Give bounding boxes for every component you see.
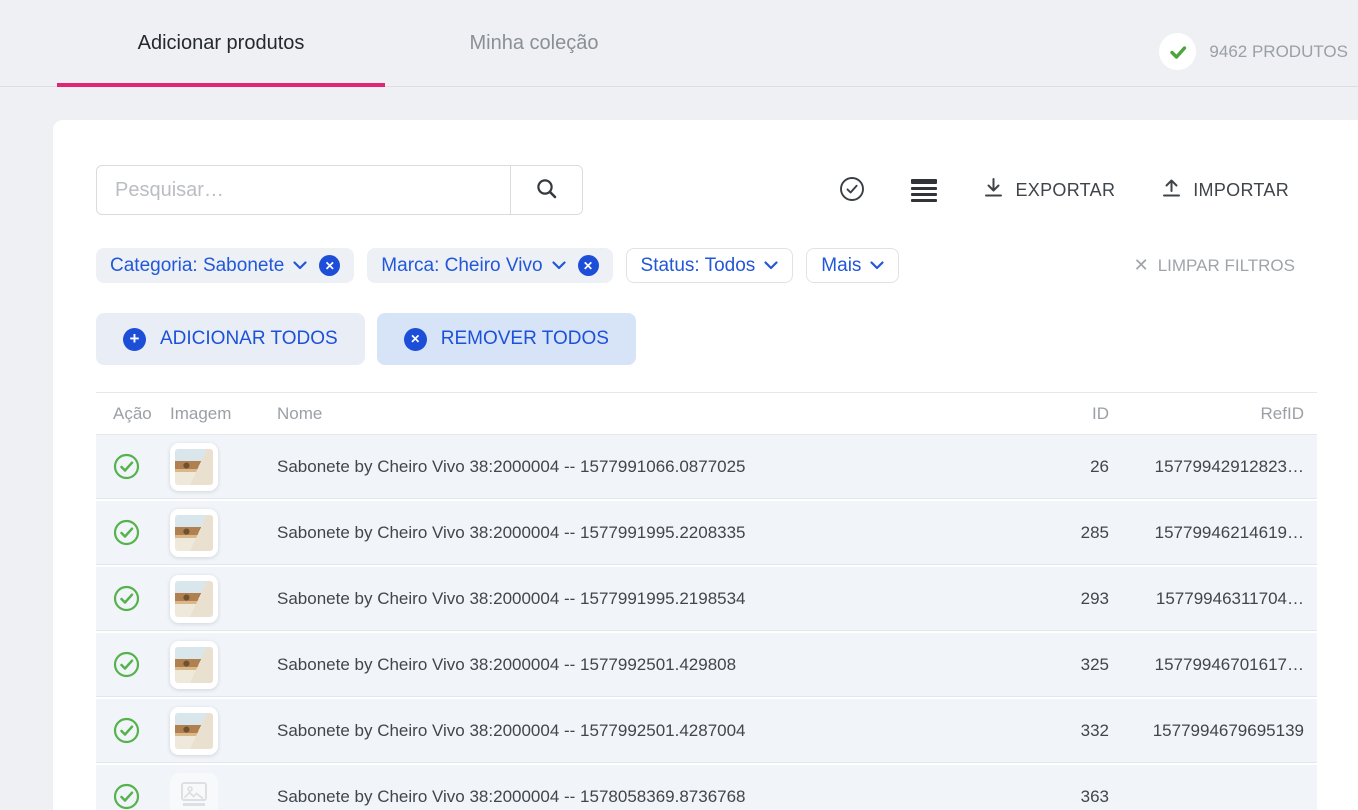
chevron-down-icon — [764, 261, 778, 270]
product-refid: 15779942912823… — [1117, 457, 1317, 477]
rows-icon — [911, 179, 937, 202]
check-circle-icon — [1159, 33, 1196, 70]
filter-chip-more-label: Mais — [821, 255, 861, 277]
add-all-button[interactable]: + ADICIONAR TODOS — [96, 313, 365, 365]
product-name: Sabonete by Cheiro Vivo 38:2000004 -- 15… — [260, 787, 987, 807]
product-id: 363 — [987, 787, 1117, 807]
product-thumbnail-placeholder — [170, 773, 218, 810]
product-thumbnail — [170, 509, 218, 557]
row-check-icon[interactable] — [113, 651, 140, 678]
chevron-down-icon — [552, 261, 566, 270]
list-view-button[interactable] — [911, 179, 937, 202]
upload-icon — [1161, 177, 1182, 203]
row-check-icon[interactable] — [113, 453, 140, 480]
column-refid: RefID — [1117, 404, 1317, 424]
select-check-button[interactable] — [839, 176, 865, 205]
row-check-icon[interactable] — [113, 519, 140, 546]
product-id: 293 — [987, 589, 1117, 609]
product-id: 26 — [987, 457, 1117, 477]
bulk-actions: + ADICIONAR TODOS ✕ REMOVER TODOS — [96, 313, 1358, 365]
filter-chip-status[interactable]: Status: Todos — [626, 248, 794, 283]
table-row: Sabonete by Cheiro Vivo 38:2000004 -- 15… — [96, 435, 1317, 498]
remove-brand-filter-icon[interactable]: ✕ — [578, 255, 599, 276]
top-tab-bar: Adicionar produtos Minha coleção 9462 PR… — [0, 0, 1358, 87]
filter-chip-brand[interactable]: Marca: Cheiro Vivo ✕ — [367, 248, 612, 283]
table-row: Sabonete by Cheiro Vivo 38:2000004 -- 15… — [96, 765, 1317, 810]
export-button[interactable]: EXPORTAR — [983, 177, 1115, 203]
product-thumbnail — [170, 641, 218, 689]
product-thumbnail — [170, 707, 218, 755]
clear-filters-button[interactable]: ✕ LIMPAR FILTROS — [1134, 255, 1295, 276]
row-check-icon[interactable] — [113, 717, 140, 744]
table-row: Sabonete by Cheiro Vivo 38:2000004 -- 15… — [96, 633, 1317, 696]
remove-all-button[interactable]: ✕ REMOVER TODOS — [377, 313, 636, 365]
import-label: IMPORTAR — [1193, 180, 1289, 201]
row-check-icon[interactable] — [113, 585, 140, 612]
product-refid: 1577994679695139 — [1117, 721, 1317, 741]
chevron-down-icon — [293, 261, 307, 270]
column-image: Imagem — [170, 404, 260, 424]
table-row: Sabonete by Cheiro Vivo 38:2000004 -- 15… — [96, 501, 1317, 564]
search-icon — [535, 177, 559, 204]
remove-category-filter-icon[interactable]: ✕ — [319, 255, 340, 276]
search-button[interactable] — [510, 166, 582, 214]
tab-my-collection-label: Minha coleção — [470, 32, 599, 55]
tab-add-products[interactable]: Adicionar produtos — [57, 0, 385, 86]
product-name: Sabonete by Cheiro Vivo 38:2000004 -- 15… — [260, 589, 987, 609]
product-name: Sabonete by Cheiro Vivo 38:2000004 -- 15… — [260, 721, 987, 741]
tab-add-products-label: Adicionar produtos — [138, 32, 305, 55]
product-name: Sabonete by Cheiro Vivo 38:2000004 -- 15… — [260, 457, 987, 477]
export-label: EXPORTAR — [1015, 180, 1115, 201]
filter-chip-category-label: Categoria: Sabonete — [110, 255, 284, 277]
close-icon: ✕ — [1134, 255, 1149, 276]
clear-filters-label: LIMPAR FILTROS — [1158, 256, 1295, 276]
row-check-icon[interactable] — [113, 783, 140, 810]
product-name: Sabonete by Cheiro Vivo 38:2000004 -- 15… — [260, 523, 987, 543]
add-all-label: ADICIONAR TODOS — [160, 328, 338, 350]
x-circle-icon: ✕ — [404, 328, 427, 351]
product-name: Sabonete by Cheiro Vivo 38:2000004 -- 15… — [260, 655, 987, 675]
product-refid: 15779946701617… — [1117, 655, 1317, 675]
remove-all-label: REMOVER TODOS — [441, 328, 609, 350]
column-action: Ação — [96, 404, 170, 424]
table-header: Ação Imagem Nome ID RefID — [96, 392, 1317, 435]
toolbar-actions: EXPORTAR IMPORTAR — [839, 176, 1289, 205]
plus-circle-icon: + — [123, 328, 146, 351]
table-row: Sabonete by Cheiro Vivo 38:2000004 -- 15… — [96, 699, 1317, 762]
content-card: EXPORTAR IMPORTAR Categoria: Sabonete ✕ … — [53, 120, 1358, 810]
filters-bar: Categoria: Sabonete ✕ Marca: Cheiro Vivo… — [96, 248, 1317, 283]
filter-chip-category[interactable]: Categoria: Sabonete ✕ — [96, 248, 354, 283]
product-id: 285 — [987, 523, 1117, 543]
search-input[interactable] — [97, 166, 510, 214]
filter-chip-status-label: Status: Todos — [641, 255, 756, 277]
product-id: 332 — [987, 721, 1117, 741]
product-thumbnail — [170, 443, 218, 491]
product-id: 325 — [987, 655, 1117, 675]
products-count-badge: 9462 PRODUTOS — [1159, 33, 1348, 70]
product-thumbnail — [170, 575, 218, 623]
filter-chip-brand-label: Marca: Cheiro Vivo — [381, 255, 542, 277]
products-table: Ação Imagem Nome ID RefID Sabonete by Ch… — [96, 392, 1317, 810]
table-row: Sabonete by Cheiro Vivo 38:2000004 -- 15… — [96, 567, 1317, 630]
filter-chip-more[interactable]: Mais — [806, 248, 899, 283]
product-refid: 15779946311704… — [1117, 589, 1317, 609]
product-refid: 15779946214619… — [1117, 523, 1317, 543]
download-icon — [983, 177, 1004, 203]
column-name: Nome — [260, 404, 987, 424]
chevron-down-icon — [870, 261, 884, 270]
check-circle-outline-icon — [839, 176, 865, 205]
image-placeholder-icon — [180, 781, 208, 810]
tab-my-collection[interactable]: Minha coleção — [420, 0, 648, 86]
column-id: ID — [987, 404, 1117, 424]
products-count-label: 9462 PRODUTOS — [1209, 42, 1348, 62]
toolbar: EXPORTAR IMPORTAR — [96, 165, 1317, 215]
import-button[interactable]: IMPORTAR — [1161, 177, 1289, 203]
search-box — [96, 165, 583, 215]
